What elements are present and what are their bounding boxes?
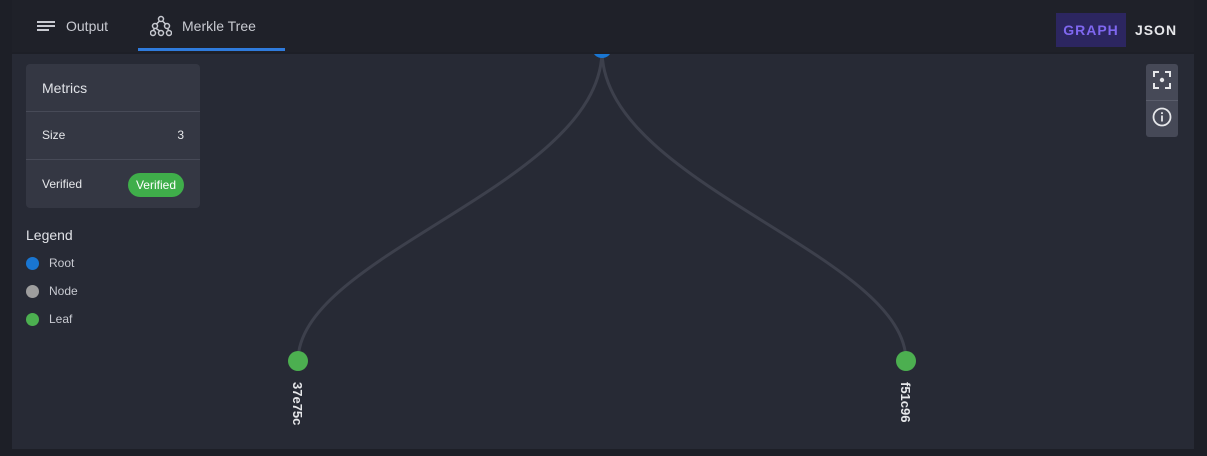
app-frame: Output Merkle Tree GRAPH JSON 37e75c f51… <box>0 0 1207 456</box>
leaf-label: f51c96 <box>898 382 913 423</box>
tab-merkle-label: Merkle Tree <box>182 18 256 34</box>
tab-output-label: Output <box>66 18 109 34</box>
tab-merkle-tree[interactable]: Merkle Tree <box>150 0 256 52</box>
node-dot-icon <box>26 284 39 298</box>
legend-title: Legend <box>26 227 73 243</box>
leaf-label: 37e75c <box>290 382 305 426</box>
lines-icon <box>36 18 56 34</box>
legend-label: Root <box>49 256 75 270</box>
tab-output[interactable]: Output <box>36 0 108 52</box>
graph-canvas[interactable]: 37e75c f51c96 Metrics Size 3 Verified Ve… <box>12 54 1194 449</box>
edge-root-left <box>296 54 604 362</box>
tab-bar: Output Merkle Tree <box>12 0 1194 52</box>
leaf-node <box>288 351 308 371</box>
metric-size-label: Size <box>42 128 66 142</box>
divider <box>26 159 200 160</box>
graph-view-button[interactable]: GRAPH <box>1056 13 1126 47</box>
info-icon <box>1152 107 1172 132</box>
legend-item-root: Root <box>26 256 74 270</box>
verified-badge: Verified <box>127 173 184 197</box>
leaf-dot-icon <box>26 312 39 326</box>
leaf-node <box>896 351 916 371</box>
metrics-title: Metrics <box>42 80 88 96</box>
graph-toolbar <box>1146 64 1178 137</box>
fit-view-icon <box>1152 70 1172 95</box>
root-node <box>594 54 610 58</box>
legend-item-node: Node <box>26 284 78 298</box>
edge-root-right <box>600 54 908 362</box>
metrics-panel: Metrics Size 3 Verified Verified <box>26 64 200 208</box>
tree-icon <box>150 15 172 37</box>
root-dot-icon <box>26 256 39 270</box>
fit-view-button[interactable] <box>1146 64 1178 100</box>
legend-label: Node <box>49 284 78 298</box>
legend-label: Leaf <box>49 312 73 326</box>
metric-verified-label: Verified <box>42 177 83 191</box>
divider <box>26 111 200 112</box>
legend-item-leaf: Leaf <box>26 312 72 326</box>
json-view-button[interactable]: JSON <box>1126 13 1186 47</box>
active-tab-indicator <box>138 48 285 51</box>
info-button[interactable] <box>1146 101 1178 137</box>
metric-size-value: 3 <box>177 128 184 142</box>
